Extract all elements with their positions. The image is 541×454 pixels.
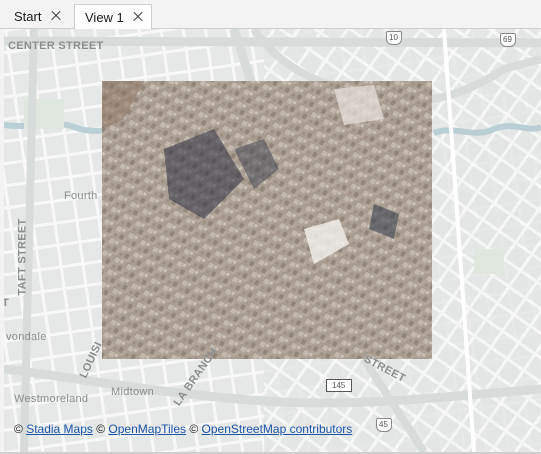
t-label: T (4, 297, 10, 309)
taft-street-label: TAFT STREET (16, 218, 29, 296)
openstreetmap-link[interactable]: OpenStreetMap contributors (202, 422, 353, 436)
basemap (4, 29, 541, 452)
route-shield-icon: 145 (326, 379, 352, 392)
interstate-shield-icon: 69 (500, 33, 516, 47)
map-attribution: © Stadia Maps © OpenMapTiles © OpenStree… (14, 422, 352, 436)
tab-start[interactable]: Start (4, 4, 69, 28)
fourth-label: Fourth (64, 190, 98, 202)
copyright-symbol: © (96, 422, 106, 436)
route-145-label: 145 (332, 381, 346, 390)
tab-view-1-label: View 1 (85, 9, 124, 25)
stadia-maps-link[interactable]: Stadia Maps (26, 422, 93, 436)
midtown-label: Midtown (111, 386, 155, 398)
tab-view-1[interactable]: View 1 (74, 4, 152, 29)
westmoreland-label: Westmoreland (14, 393, 89, 405)
interstate-shield-icon: 10 (386, 31, 402, 45)
map-view[interactable]: CENTER STREET TAFT STREET Fourth vondale… (4, 29, 541, 452)
copyright-symbol: © (14, 422, 23, 436)
openmaptiles-link[interactable]: OpenMapTiles (108, 422, 186, 436)
center-street-label: CENTER STREET (8, 40, 104, 52)
tab-start-label: Start (14, 8, 42, 24)
copyright-symbol: © (189, 422, 199, 436)
i45-label: 45 (379, 420, 388, 429)
close-icon[interactable] (131, 10, 145, 24)
close-icon[interactable] (49, 9, 63, 23)
tab-bar: Start View 1 (0, 0, 541, 29)
i10-label: 10 (389, 33, 398, 42)
avondale-label: vondale (6, 331, 47, 343)
i69-label: 69 (503, 35, 512, 44)
interstate-shield-icon: 45 (376, 418, 392, 432)
